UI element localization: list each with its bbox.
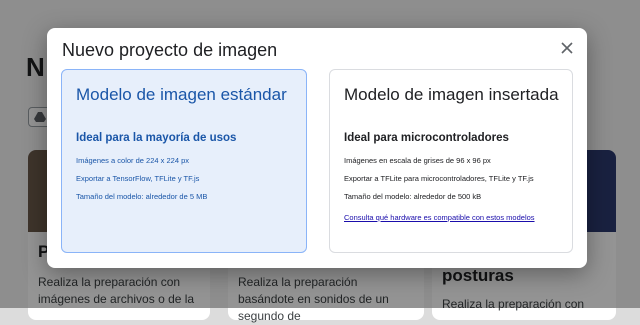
option-subtitle: Ideal para microcontroladores xyxy=(344,132,509,144)
new-image-project-dialog: Nuevo proyecto de imagen Modelo de image… xyxy=(47,28,587,268)
option-feature: Tamaño del modelo: alrededor de 500 kB xyxy=(344,192,482,201)
option-embedded-image-model[interactable]: Modelo de imagen insertada Ideal para mi… xyxy=(329,69,573,253)
dialog-title: Nuevo proyecto de imagen xyxy=(62,40,278,60)
option-feature: Tamaño del modelo: alrededor de 5 MB xyxy=(76,192,208,201)
compatible-hardware-link[interactable]: Consulta qué hardware es compatible con … xyxy=(344,210,558,226)
option-feature: Imágenes en escala de grises de 96 x 96 … xyxy=(344,156,491,165)
option-subtitle: Ideal para la mayoría de usos xyxy=(76,132,237,144)
close-icon xyxy=(561,42,573,54)
option-feature: Exportar a TensorFlow, TFLite y TF.js xyxy=(76,174,200,183)
option-title: Modelo de imagen estándar xyxy=(76,85,287,104)
close-button[interactable] xyxy=(559,40,575,56)
option-title: Modelo de imagen insertada xyxy=(344,85,559,104)
option-feature: Imágenes a color de 224 x 224 px xyxy=(76,156,189,165)
option-feature: Exportar a TFLite para microcontroladore… xyxy=(344,174,534,183)
option-standard-image-model[interactable]: Modelo de imagen estándar Ideal para la … xyxy=(61,69,307,253)
